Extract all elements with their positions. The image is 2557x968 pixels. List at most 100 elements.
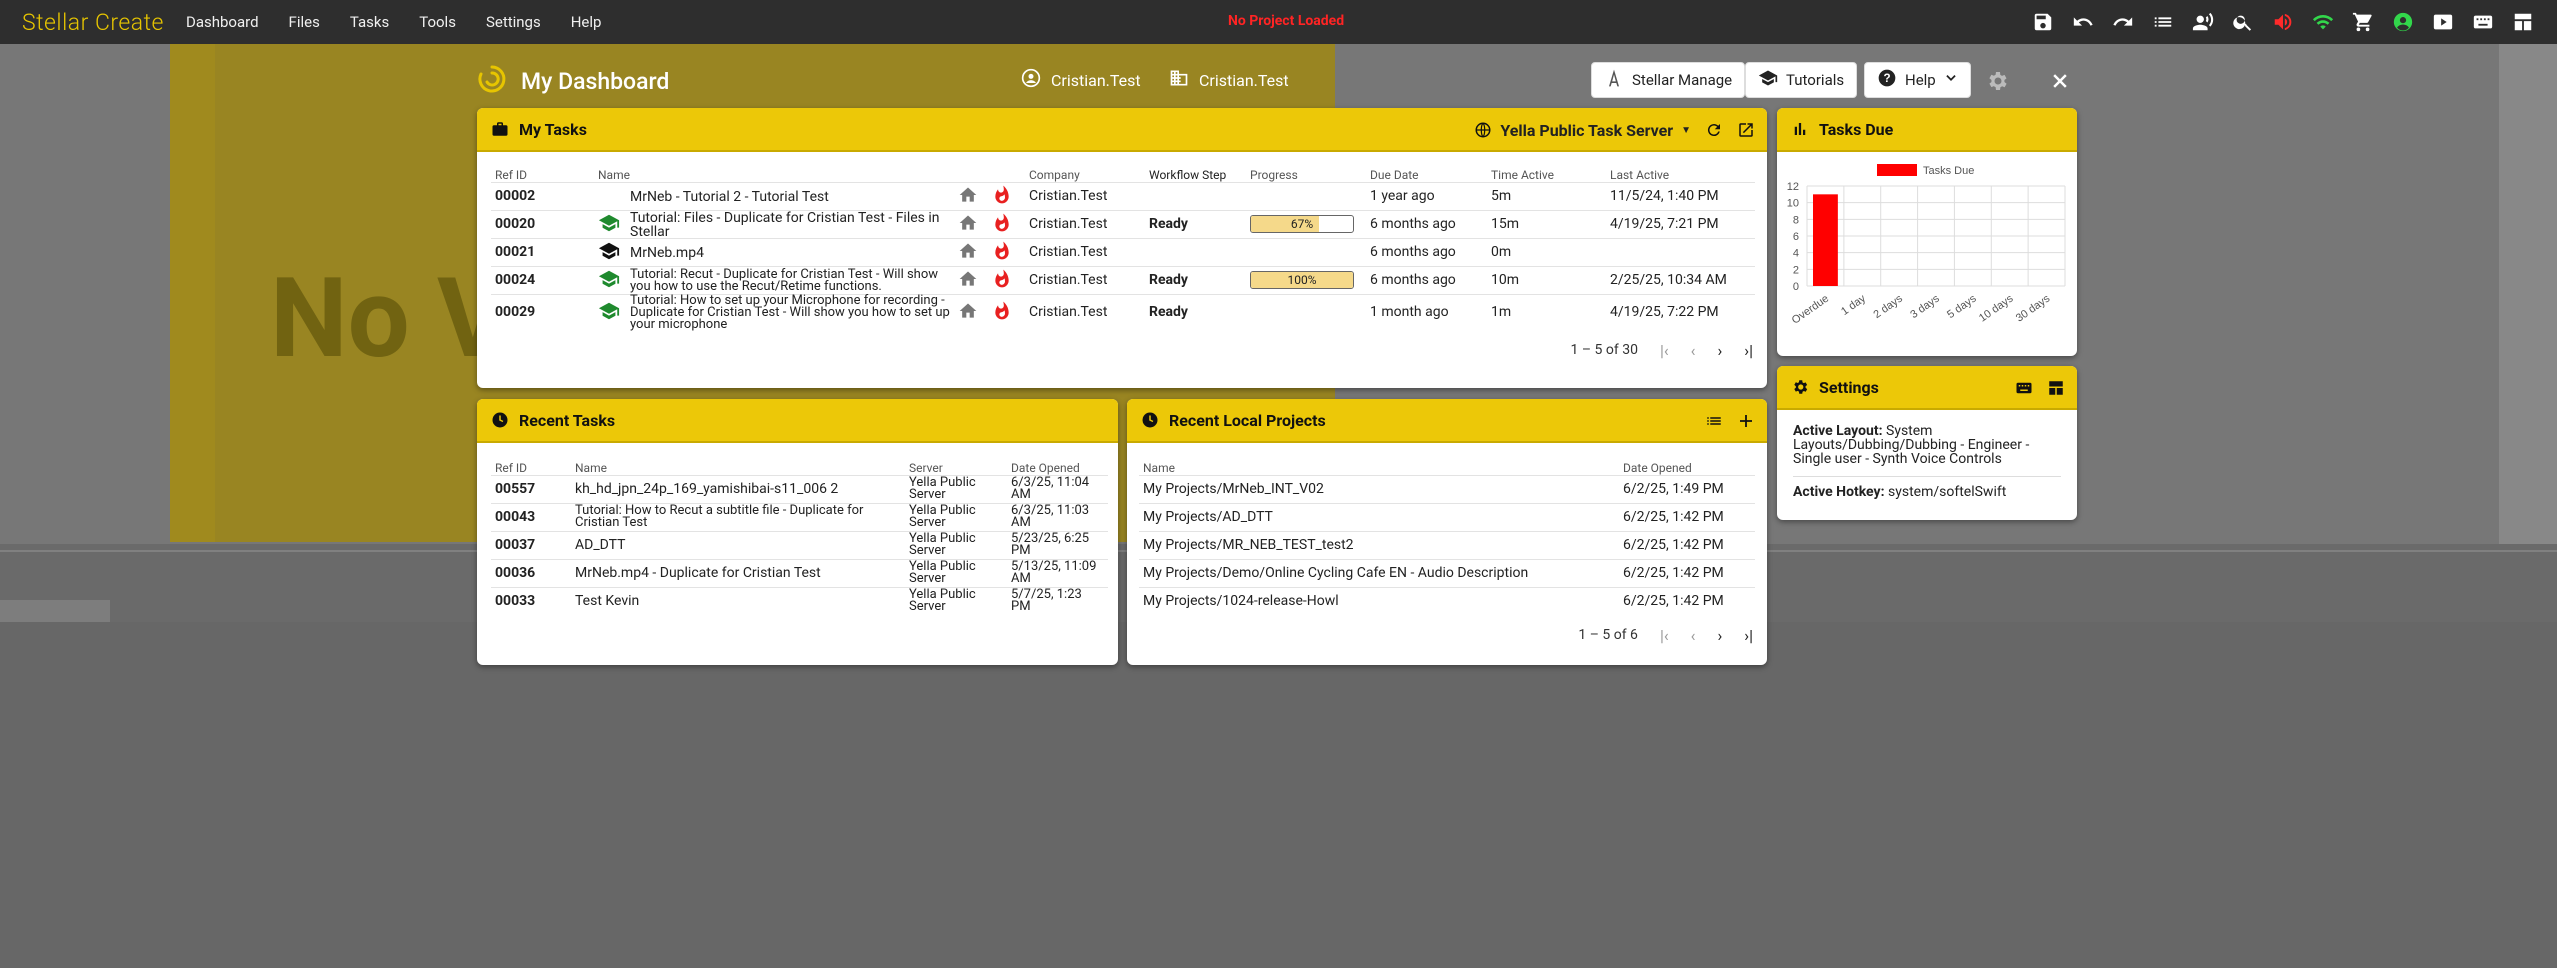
recent-project-row[interactable]: My Projects/1024-release-Howl 6/2/25, 1:4… <box>1139 586 1755 615</box>
building-icon <box>1169 68 1189 92</box>
rt-col-name[interactable]: Name <box>571 453 905 475</box>
recent-project-row[interactable]: My Projects/AD_DTT 6/2/25, 1:42 PM <box>1139 502 1755 531</box>
search-icon[interactable] <box>2223 8 2263 36</box>
task-name: MrNeb.mp4 <box>630 244 704 261</box>
task-last-active: 2/25/25, 10:34 AM <box>1606 265 1755 294</box>
task-time-active: 0m <box>1487 237 1606 266</box>
flame-priority-icon <box>988 237 1025 266</box>
recent-project-row[interactable]: My Projects/Demo/Online Cycling Cafe EN … <box>1139 558 1755 587</box>
col-progress[interactable]: Progress <box>1246 160 1366 182</box>
settings-divider <box>1793 476 2061 477</box>
home-icon[interactable] <box>954 293 988 330</box>
col-ref-id[interactable]: Ref ID <box>491 160 594 182</box>
rp-next-page-icon[interactable]: › <box>1717 626 1722 645</box>
redo-icon[interactable] <box>2103 8 2143 36</box>
tutorials-button[interactable]: Tutorials <box>1745 62 1858 98</box>
keyboard-icon[interactable] <box>2463 8 2503 36</box>
col-time-active[interactable]: Time Active <box>1487 160 1606 182</box>
open-external-icon[interactable] <box>1737 121 1755 139</box>
next-page-icon[interactable]: › <box>1717 341 1722 360</box>
task-last-active: 4/19/25, 7:21 PM <box>1606 209 1755 238</box>
rp-col-date-opened[interactable]: Date Opened <box>1619 453 1755 475</box>
task-row[interactable]: 00002 MrNeb - Tutorial 2 - Tutorial Test C… <box>491 181 1755 210</box>
first-page-icon[interactable]: |‹ <box>1660 341 1669 360</box>
gear-icon[interactable] <box>1982 66 2012 96</box>
menu-tasks[interactable]: Tasks <box>335 13 404 31</box>
list-icon[interactable] <box>2143 8 2183 36</box>
my-tasks-header: My Tasks Yella Public Task Server ▼ <box>477 108 1767 152</box>
voice-icon[interactable] <box>2183 8 2223 36</box>
tasks-due-title: Tasks Due <box>1819 119 1894 139</box>
col-last-active[interactable]: Last Active <box>1606 160 1755 182</box>
background-timeline <box>0 622 2557 968</box>
col-company[interactable]: Company <box>1025 160 1145 182</box>
home-icon[interactable] <box>954 181 988 210</box>
recent-task-row[interactable]: 00557 kh_hd_jpn_24p_169_yamishibai-s11_00… <box>491 474 1108 503</box>
cart-icon[interactable] <box>2343 8 2383 36</box>
refresh-icon[interactable] <box>1705 121 1723 139</box>
help-button[interactable]: ? Help <box>1864 62 1971 98</box>
layout-icon[interactable] <box>2503 8 2543 36</box>
close-icon[interactable] <box>2045 66 2075 96</box>
recent-task-row[interactable]: 00036 MrNeb.mp4 - Duplicate for Cristian … <box>491 558 1108 587</box>
recent-task-row[interactable]: 00033 Test Kevin Yella Public Server 5/7/25… <box>491 586 1108 615</box>
layout-dashboard-icon[interactable] <box>2047 379 2065 397</box>
add-icon[interactable] <box>1737 412 1755 430</box>
rt-col-date-opened[interactable]: Date Opened <box>1007 453 1108 475</box>
server-name: Yella Public Task Server <box>1500 120 1674 140</box>
recent-task-row[interactable]: 00043 Tutorial: How to Recut a subtitle f… <box>491 502 1108 531</box>
rt-col-server[interactable]: Server <box>905 453 1007 475</box>
graduation-cap-icon <box>1758 68 1778 92</box>
task-row[interactable]: 00029 Tutorial: How to set up your Microp… <box>491 293 1755 331</box>
task-row[interactable]: 00024 Tutorial: Recut - Duplicate for Cri… <box>491 265 1755 294</box>
prev-page-icon[interactable]: ‹ <box>1691 341 1696 360</box>
x-tick-label: 30 days <box>2014 292 2053 324</box>
last-page-icon[interactable]: ›| <box>1744 341 1753 360</box>
wifi-icon[interactable] <box>2303 8 2343 36</box>
x-tick-label: 5 days <box>1945 292 1979 321</box>
save-icon[interactable] <box>2023 8 2063 36</box>
stellar-logo-icon <box>477 64 507 98</box>
recent-project-row[interactable]: My Projects/MR_NEB_TEST_test2 6/2/25, 1:4… <box>1139 530 1755 559</box>
help-label: Help <box>1905 71 1936 89</box>
rp-first-page-icon[interactable]: |‹ <box>1660 626 1669 645</box>
active-layout: Active Layout: System Layouts/Dubbing/Du… <box>1793 424 2061 466</box>
stellar-manage-button[interactable]: Stellar Manage <box>1591 62 1746 98</box>
rt-col-ref-id[interactable]: Ref ID <box>491 453 571 475</box>
company-chip: Cristian.Test <box>1169 68 1289 92</box>
stellar-manage-label: Stellar Manage <box>1632 71 1733 89</box>
recent-project-row[interactable]: My Projects/MrNeb_INT_V02 6/2/25, 1:49 PM <box>1139 474 1755 503</box>
recent-task-row[interactable]: 00037 AD_DTT Yella Public Server 5/23/25, 6… <box>491 530 1108 559</box>
home-icon[interactable] <box>954 237 988 266</box>
home-icon[interactable] <box>954 265 988 294</box>
task-name: Tutorial: Files - Duplicate for Cristian… <box>630 209 940 240</box>
menu-tools[interactable]: Tools <box>404 13 471 31</box>
rp-last-page-icon[interactable]: ›| <box>1744 626 1753 645</box>
video-player-icon[interactable] <box>2423 8 2463 36</box>
y-tick-label: 6 <box>1793 231 1799 243</box>
my-tasks-pager: 1 – 5 of 30 |‹ ‹ › ›| <box>491 330 1755 370</box>
col-workflow-step[interactable]: Workflow Step <box>1145 160 1246 182</box>
rp-col-name[interactable]: Name <box>1139 453 1619 475</box>
menu-settings[interactable]: Settings <box>471 13 556 31</box>
col-due-date[interactable]: Due Date <box>1366 160 1487 182</box>
rp-prev-page-icon[interactable]: ‹ <box>1691 626 1696 645</box>
recent-tasks-title: Recent Tasks <box>519 410 616 430</box>
server-selector[interactable]: Yella Public Task Server ▼ <box>1474 121 1691 140</box>
menu-dashboard[interactable]: Dashboard <box>178 13 274 31</box>
speaker-muted-icon[interactable] <box>2263 8 2303 36</box>
company-name: Cristian.Test <box>1199 70 1289 90</box>
recent-projects-panel: Recent Local Projects Name Date Opened M… <box>1127 399 1767 665</box>
my-tasks-panel: My Tasks Yella Public Task Server ▼ Ref … <box>477 108 1767 388</box>
undo-icon[interactable] <box>2063 8 2103 36</box>
menu-help[interactable]: Help <box>556 13 617 31</box>
recent-task-server: Yella Public Server <box>905 586 1007 615</box>
task-row[interactable]: 00020 Tutorial: Files - Duplicate for Cri… <box>491 209 1755 240</box>
col-name[interactable]: Name <box>594 160 954 182</box>
hotkey-keyboard-icon[interactable] <box>2015 379 2033 397</box>
account-icon[interactable] <box>2383 8 2423 36</box>
home-icon[interactable] <box>954 209 988 238</box>
list-view-icon[interactable] <box>1705 412 1723 430</box>
menu-files[interactable]: Files <box>274 13 335 31</box>
task-row[interactable]: 00021 MrNeb.mp4 Cristian.Test 6 months ago 0… <box>491 237 1755 266</box>
